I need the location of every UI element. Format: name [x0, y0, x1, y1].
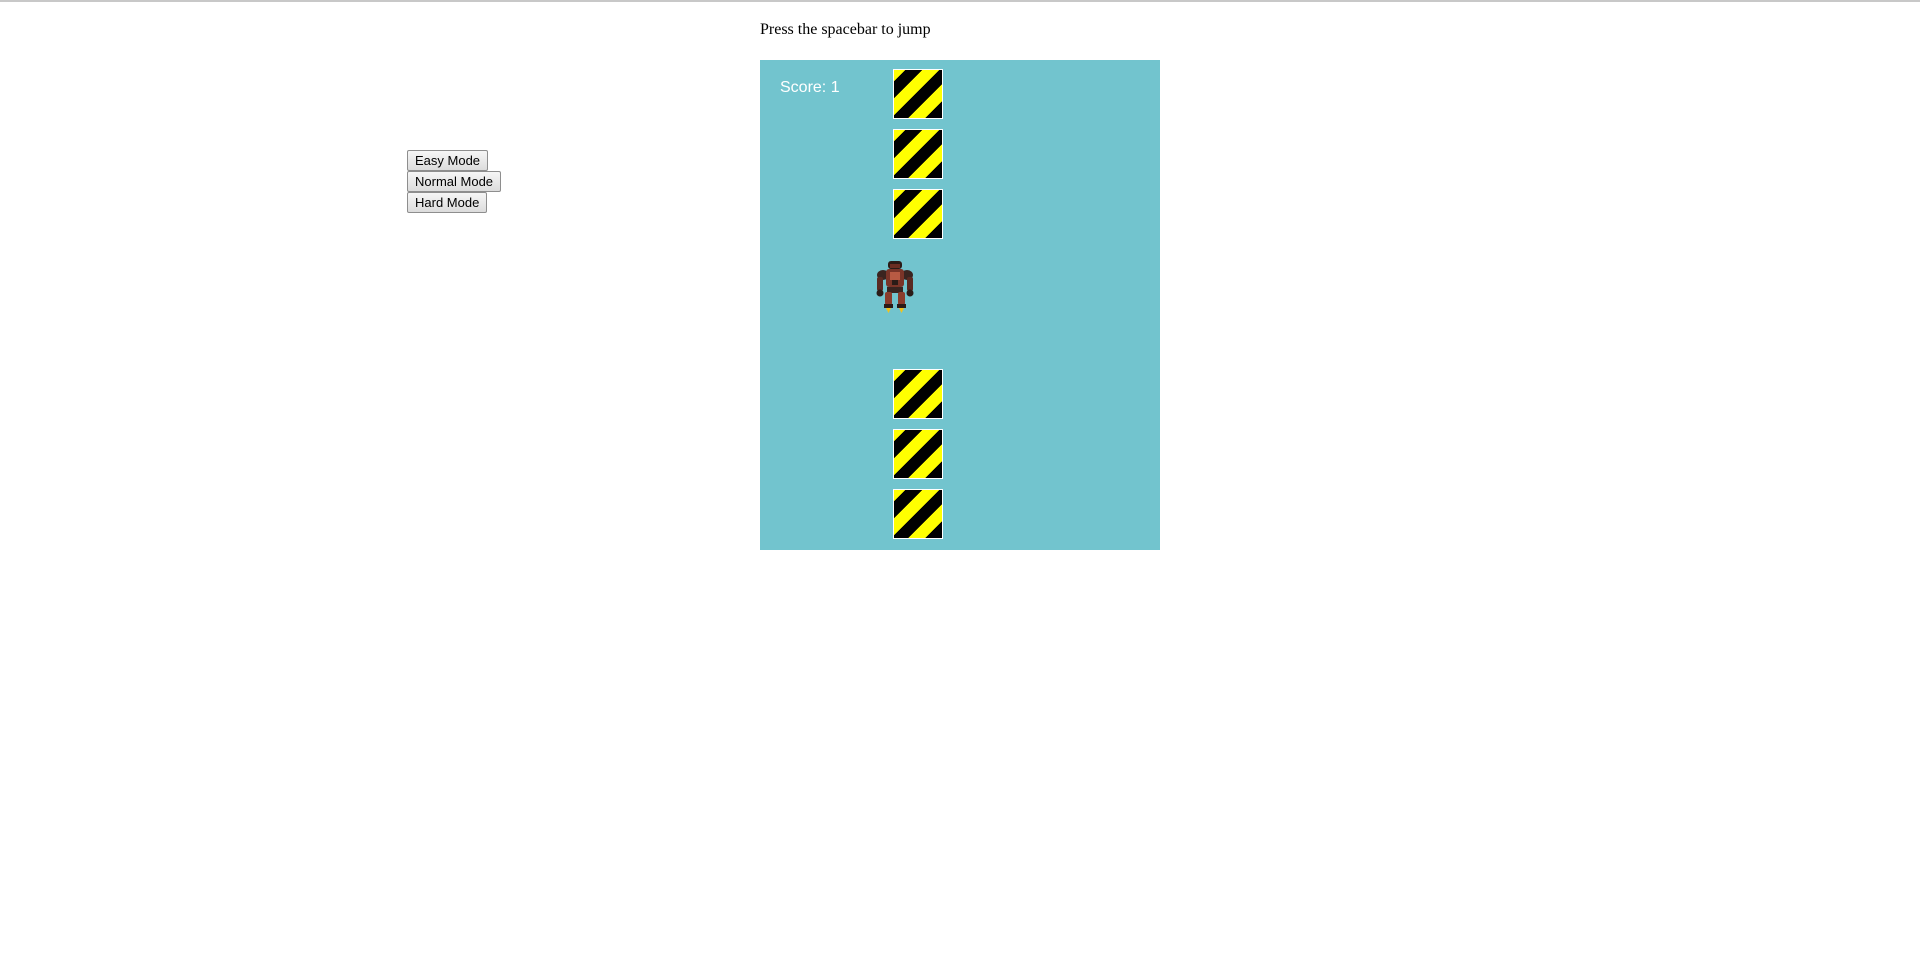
- instructions-text: Press the spacebar to jump: [760, 21, 931, 38]
- score-label: Score:: [780, 79, 827, 96]
- robot-icon: [876, 261, 914, 313]
- obstacle-block: [893, 369, 943, 419]
- obstacle-block: [893, 489, 943, 539]
- hard-mode-button[interactable]: Hard Mode: [407, 192, 488, 213]
- easy-mode-button[interactable]: Easy Mode: [407, 150, 489, 171]
- obstacle-block: [893, 129, 943, 179]
- obstacle-block: [893, 189, 943, 239]
- mode-selector: Easy Mode Normal Mode Hard Mode: [407, 150, 502, 213]
- obstacle-block: [893, 429, 943, 479]
- score-display: Score: 1: [780, 79, 840, 97]
- obstacle-block: [893, 69, 943, 119]
- top-divider: [0, 0, 1920, 2]
- score-value: 1: [830, 79, 840, 96]
- normal-mode-button[interactable]: Normal Mode: [407, 171, 502, 192]
- game-canvas[interactable]: Score: 1: [760, 60, 1160, 550]
